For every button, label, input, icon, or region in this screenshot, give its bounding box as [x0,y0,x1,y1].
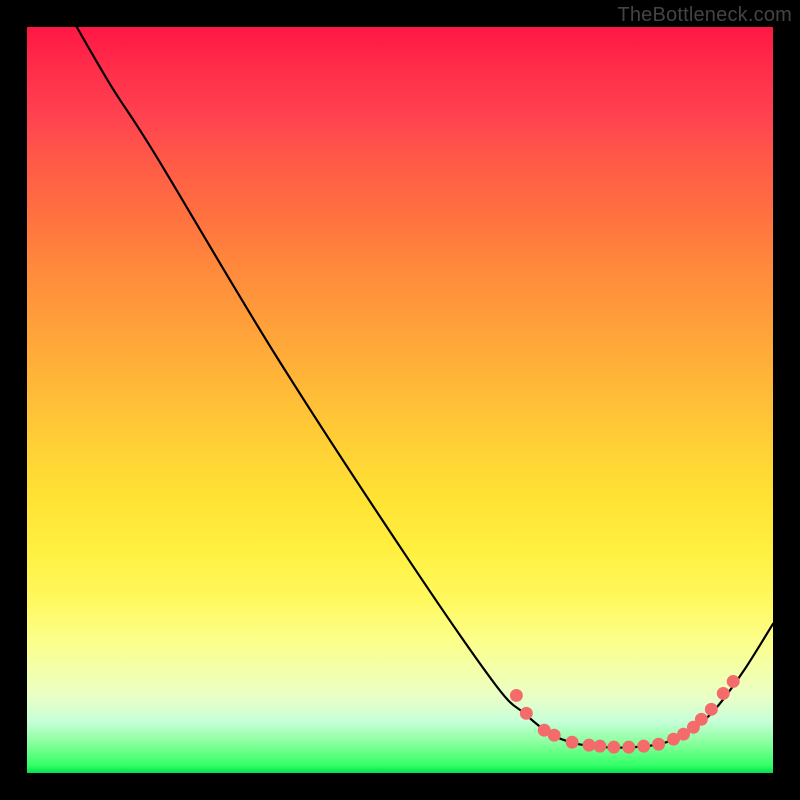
data-dot [727,675,740,688]
data-dot [607,741,620,754]
data-dot [622,741,635,754]
data-dot [510,689,523,702]
data-dots-layer [27,27,773,773]
data-dot [548,729,561,742]
data-dot [593,740,606,753]
data-dot [695,713,708,726]
data-dot [583,739,596,752]
data-dot [520,707,533,720]
data-dot [637,740,650,753]
watermark-text: TheBottleneck.com [617,4,792,27]
chart-frame [25,25,775,775]
data-dot [717,687,730,700]
data-dot [652,738,665,751]
data-dot [705,703,718,716]
data-dot [566,736,579,749]
